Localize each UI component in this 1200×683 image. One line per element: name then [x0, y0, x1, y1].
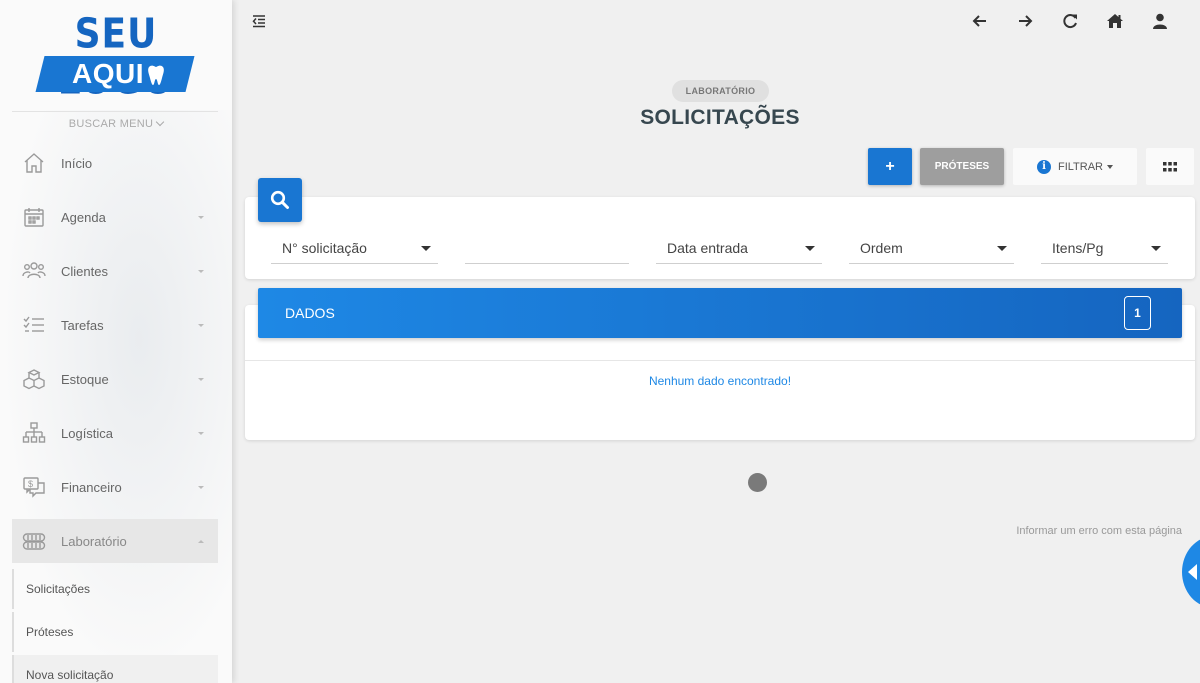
caret-down-icon: [805, 245, 815, 251]
sidebar-item-agenda[interactable]: Agenda: [12, 195, 218, 239]
search-menu-toggle[interactable]: BUSCAR MENU: [0, 117, 232, 130]
sidebar-subitem-label: Solicitações: [26, 582, 91, 596]
solicitacao-number-select[interactable]: N° solicitação: [271, 233, 438, 264]
breadcrumb-label: LABORATÓRIO: [685, 86, 756, 96]
svg-text:$: $: [28, 479, 33, 489]
side-panel-toggle-button[interactable]: [1182, 536, 1200, 608]
sidebar-divider: [12, 111, 218, 112]
back-arrow-icon[interactable]: [957, 10, 1002, 32]
search-toggle-button[interactable]: [258, 178, 302, 222]
sidebar-subitem-label: Próteses: [26, 625, 74, 639]
calendar-icon: [21, 204, 47, 230]
logo-text-aqui: AQUI: [72, 58, 144, 89]
tooth-icon: [148, 65, 164, 85]
brand-logo[interactable]: SEU LOGO AQUI: [35, 11, 195, 103]
caret-down-icon: [198, 323, 204, 327]
select-label: Itens/Pg: [1052, 240, 1104, 256]
itens-por-pagina-select[interactable]: Itens/Pg: [1041, 233, 1168, 264]
caret-down-icon: [421, 245, 431, 251]
sidebar-item-label: Logística: [61, 425, 114, 441]
topbar-actions: [957, 10, 1182, 32]
sidebar-item-clientes[interactable]: Clientes: [12, 249, 218, 293]
data-entrada-select[interactable]: Data entrada: [656, 233, 822, 264]
dental-arch-icon: [21, 528, 47, 554]
caret-down-icon: [1151, 245, 1161, 251]
select-label: N° solicitação: [282, 240, 367, 256]
ordem-select[interactable]: Ordem: [849, 233, 1014, 264]
grid-icon: [1163, 161, 1177, 171]
caret-down-icon: [1107, 164, 1114, 169]
org-chart-icon: [21, 420, 47, 446]
sidebar-item-laboratorio[interactable]: Laboratório: [12, 519, 218, 563]
boxes-icon: [21, 366, 47, 392]
caret-down-icon: [198, 215, 204, 219]
home-icon: [21, 150, 47, 176]
tasks-icon: [21, 312, 47, 338]
sidebar-toggle-icon[interactable]: [250, 12, 268, 30]
data-header: DADOS 1: [258, 288, 1182, 338]
grid-view-button[interactable]: [1146, 148, 1194, 185]
loading-indicator: [748, 473, 767, 492]
sidebar-item-label: Clientes: [61, 263, 108, 279]
empty-state-message: Nenhum dado encontrado!: [648, 374, 792, 388]
divider: [245, 360, 1195, 361]
sidebar-item-label: Estoque: [61, 371, 109, 387]
caret-down-icon: [198, 485, 204, 489]
forward-arrow-icon[interactable]: [1002, 10, 1047, 32]
proteses-button[interactable]: PRÓTESES: [920, 148, 1004, 185]
sidebar-item-estoque[interactable]: Estoque: [12, 357, 218, 401]
chevron-down-icon: [156, 117, 165, 127]
caret-down-icon: [997, 245, 1007, 251]
logo-text-bottom: AQUI: [54, 56, 184, 92]
breadcrumb[interactable]: LABORATÓRIO: [672, 80, 769, 102]
search-input[interactable]: [465, 240, 646, 256]
caret-down-icon: [198, 431, 204, 435]
page-title: SOLICITAÇÕES: [640, 106, 800, 129]
sidebar: SEU LOGO AQUI BUSCAR MENU Início Agenda …: [0, 0, 232, 683]
caret-up-icon: [198, 539, 204, 543]
sidebar-item-financeiro[interactable]: $ Financeiro: [12, 465, 218, 509]
sidebar-subitem-solicitacoes[interactable]: Solicitações: [12, 569, 218, 609]
caret-down-icon: [198, 269, 204, 273]
page-count-badge[interactable]: 1: [1124, 296, 1151, 330]
sidebar-item-label: Início: [61, 155, 93, 171]
report-error-link[interactable]: Informar um erro com esta página: [1016, 525, 1182, 537]
sidebar-item-label: Laboratório: [61, 533, 127, 549]
search-field[interactable]: [465, 233, 646, 264]
sidebar-subitem-label: Nova solicitação: [26, 668, 114, 682]
sidebar-subitem-nova-solicitacao[interactable]: Nova solicitação: [12, 655, 218, 683]
sidebar-item-label: Agenda: [61, 209, 106, 225]
search-menu-label: BUSCAR MENU: [68, 118, 154, 130]
filter-button[interactable]: i FILTRAR: [1013, 148, 1137, 185]
sidebar-item-inicio[interactable]: Início: [12, 141, 218, 185]
sidebar-item-logistica[interactable]: Logística: [12, 411, 218, 455]
filter-button-label: FILTRAR: [1057, 160, 1104, 173]
sidebar-subitem-proteses[interactable]: Próteses: [12, 612, 218, 652]
data-title: DADOS: [285, 305, 335, 321]
add-button[interactable]: +: [868, 148, 912, 185]
sidebar-item-tarefas[interactable]: Tarefas: [12, 303, 218, 347]
money-chat-icon: $: [21, 474, 47, 500]
user-icon[interactable]: [1137, 10, 1182, 32]
home-icon[interactable]: [1092, 10, 1137, 32]
caret-down-icon: [198, 377, 204, 381]
search-icon: [270, 190, 289, 209]
sidebar-item-label: Tarefas: [61, 317, 104, 333]
select-label: Ordem: [860, 240, 903, 256]
info-icon: i: [1036, 159, 1051, 174]
refresh-icon[interactable]: [1047, 10, 1092, 32]
select-label: Data entrada: [667, 240, 748, 256]
users-icon: [21, 258, 47, 284]
sidebar-item-label: Financeiro: [61, 479, 122, 495]
